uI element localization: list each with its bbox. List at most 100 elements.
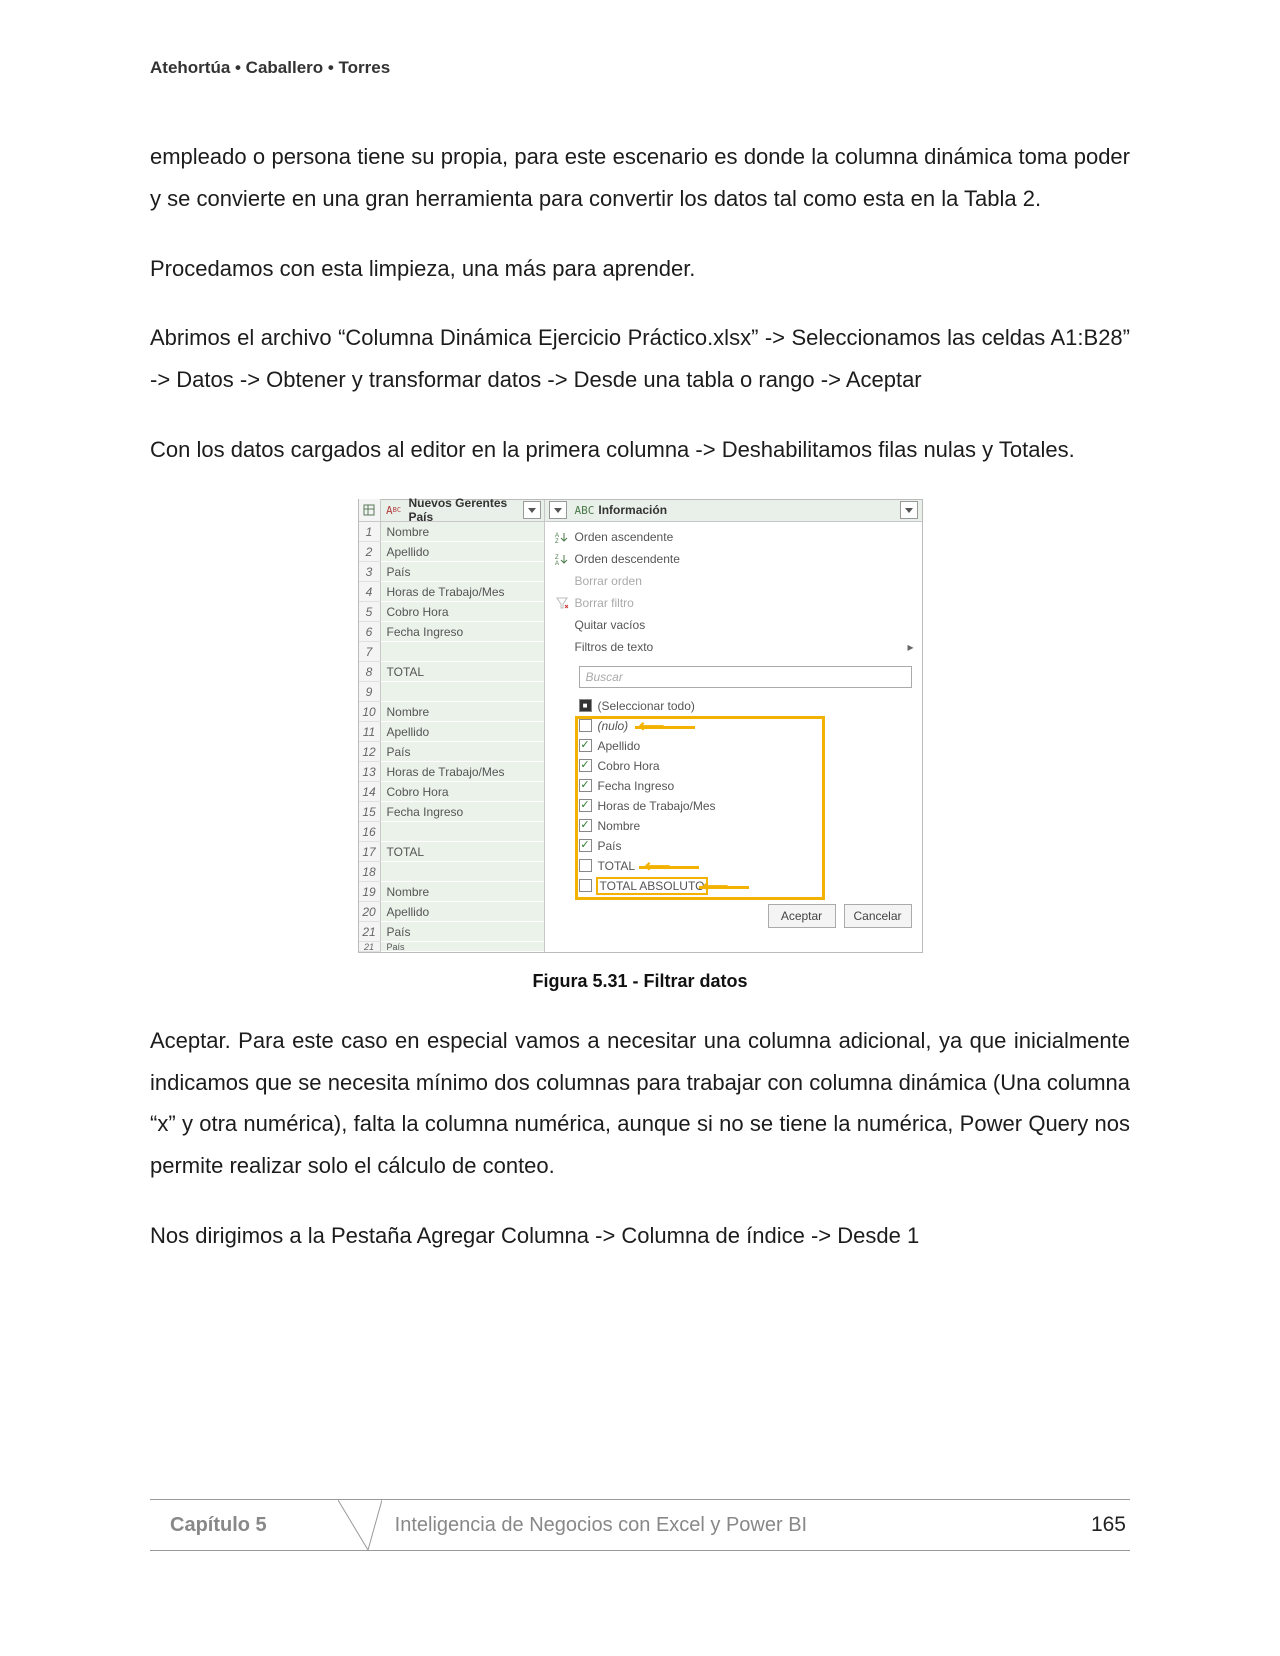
filter-search-input[interactable]: Buscar [579, 666, 912, 688]
column-filter-dropdown[interactable] [523, 501, 541, 519]
cancel-button[interactable]: Cancelar [844, 904, 912, 928]
filter-item[interactable]: Nombre [579, 816, 912, 836]
filter-total-absoluto[interactable]: TOTAL ABSOLUTO ⟵ [579, 876, 912, 896]
table-row[interactable]: 18 [359, 862, 544, 882]
cell-value [381, 682, 544, 702]
cell-value: Horas de Trabajo/Mes [381, 762, 544, 782]
column-filter-dropdown[interactable] [900, 501, 918, 519]
cell-value: Fecha Ingreso [381, 622, 544, 642]
table-row[interactable]: 10Nombre [359, 702, 544, 722]
sort-asc-item[interactable]: AZ Orden ascendente [545, 526, 922, 548]
sort-filter-menu: AZ Orden ascendente ZA Orden descendente… [545, 522, 922, 662]
filter-item[interactable]: Fecha Ingreso [579, 776, 912, 796]
footer-book-title: Inteligencia de Negocios con Excel y Pow… [305, 1514, 1091, 1537]
table-row[interactable]: 11Apellido [359, 722, 544, 742]
cell-value: Apellido [381, 902, 544, 922]
table-row[interactable]: 21País [359, 922, 544, 942]
filter-item[interactable]: País [579, 836, 912, 856]
column-name: Información [594, 503, 895, 517]
table-row[interactable]: 1Nombre [359, 522, 544, 542]
table-row[interactable]: 21País [359, 942, 544, 952]
table-row[interactable]: 17TOTAL [359, 842, 544, 862]
checkbox-unchecked-icon[interactable] [579, 719, 592, 732]
remove-empty-item[interactable]: Quitar vacíos [545, 614, 922, 636]
cell-value [381, 822, 544, 842]
row-number: 21 [359, 922, 381, 942]
row-number: 19 [359, 882, 381, 902]
checkbox-unchecked-icon[interactable] [579, 859, 592, 872]
table-row[interactable]: 20Apellido [359, 902, 544, 922]
table-row[interactable]: 2Apellido [359, 542, 544, 562]
table-row[interactable]: 7 [359, 642, 544, 662]
checkbox-mixed-icon[interactable] [579, 699, 592, 712]
filter-total[interactable]: TOTAL ⟵ [579, 856, 912, 876]
checkbox-checked-icon[interactable] [579, 839, 592, 852]
prev-column-dropdown[interactable] [549, 501, 567, 519]
menu-label: Borrar orden [575, 574, 922, 588]
page-footer: Capítulo 5 Inteligencia de Negocios con … [150, 1499, 1130, 1551]
cell-value: País [381, 922, 544, 942]
table-row[interactable]: 5Cobro Hora [359, 602, 544, 622]
body-text: Aceptar. Para este caso en especial vamo… [150, 1020, 1130, 1257]
row-number: 11 [359, 722, 381, 742]
filter-label: País [598, 839, 622, 853]
filter-label: Fecha Ingreso [598, 779, 675, 793]
cell-value [381, 862, 544, 882]
checkbox-checked-icon[interactable] [579, 779, 592, 792]
checkbox-unchecked-icon[interactable] [579, 879, 592, 892]
grid-column-1: ABC Nuevos Gerentes País 1Nombre2Apellid… [359, 500, 545, 952]
row-number: 13 [359, 762, 381, 782]
checkbox-checked-icon[interactable] [579, 739, 592, 752]
filter-label: Apellido [598, 739, 641, 753]
table-row[interactable]: 6Fecha Ingreso [359, 622, 544, 642]
filter-label: Cobro Hora [598, 759, 660, 773]
cell-value: Apellido [381, 542, 544, 562]
checkbox-checked-icon[interactable] [579, 759, 592, 772]
table-row[interactable]: 13Horas de Trabajo/Mes [359, 762, 544, 782]
table-row[interactable]: 4Horas de Trabajo/Mes [359, 582, 544, 602]
powerquery-filter-panel: ABC Nuevos Gerentes País 1Nombre2Apellid… [358, 499, 923, 953]
filter-dropdown-panel: ABC Información AZ Orden ascendente ZA [545, 500, 922, 952]
checkbox-checked-icon[interactable] [579, 799, 592, 812]
cell-value: Horas de Trabajo/Mes [381, 582, 544, 602]
column-header-info[interactable]: ABC Información [545, 500, 922, 522]
checkbox-checked-icon[interactable] [579, 819, 592, 832]
ok-button[interactable]: Aceptar [768, 904, 836, 928]
table-row[interactable]: 8TOTAL [359, 662, 544, 682]
column-header[interactable]: ABC Nuevos Gerentes País [359, 500, 544, 522]
filter-item[interactable]: Cobro Hora [579, 756, 912, 776]
filter-null[interactable]: (nulo) ⟵ [579, 716, 912, 736]
caption-prefix: Figura 5.31 - [532, 971, 643, 991]
figure-caption: Figura 5.31 - Filtrar datos [532, 971, 747, 992]
column-name: Nuevos Gerentes País [407, 496, 523, 524]
filter-label: (nulo) [598, 719, 629, 733]
cell-value: Cobro Hora [381, 602, 544, 622]
cell-value: Apellido [381, 722, 544, 742]
cell-value: Cobro Hora [381, 782, 544, 802]
filter-values-list: (Seleccionar todo) (nulo) ⟵ Apellido Cobr… [579, 694, 912, 896]
paragraph: empleado o persona tiene su propia, para… [150, 136, 1130, 220]
table-row[interactable]: 3País [359, 562, 544, 582]
menu-label: Orden descendente [575, 552, 922, 566]
table-row[interactable]: 19Nombre [359, 882, 544, 902]
table-row[interactable]: 9 [359, 682, 544, 702]
paragraph: Abrimos el archivo “Columna Dinámica Eje… [150, 317, 1130, 401]
filter-label: Nombre [598, 819, 641, 833]
row-number: 12 [359, 742, 381, 762]
filter-select-all[interactable]: (Seleccionar todo) [579, 696, 912, 716]
text-filters-item[interactable]: Filtros de texto ▸ [545, 636, 922, 658]
cell-value: Nombre [381, 882, 544, 902]
filter-item[interactable]: Apellido [579, 736, 912, 756]
table-icon[interactable] [359, 499, 381, 521]
filter-item[interactable]: Horas de Trabajo/Mes [579, 796, 912, 816]
table-row[interactable]: 16 [359, 822, 544, 842]
footer-page-number: 165 [1091, 1513, 1130, 1537]
table-row[interactable]: 14Cobro Hora [359, 782, 544, 802]
paragraph: Procedamos con esta limpieza, una más pa… [150, 248, 1130, 290]
sort-desc-item[interactable]: ZA Orden descendente [545, 548, 922, 570]
row-number: 10 [359, 702, 381, 722]
cell-value: Nombre [381, 522, 544, 542]
cell-value: País [381, 742, 544, 762]
table-row[interactable]: 15Fecha Ingreso [359, 802, 544, 822]
table-row[interactable]: 12País [359, 742, 544, 762]
